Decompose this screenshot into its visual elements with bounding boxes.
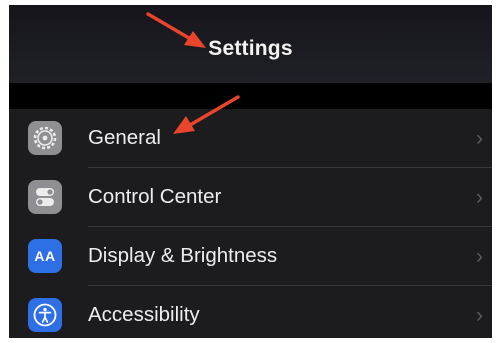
accessibility-icon [28, 298, 62, 332]
toggle-switches-icon [28, 180, 62, 214]
page-title: Settings [208, 37, 293, 60]
settings-list: General › Control Center › AA Display & … [9, 109, 492, 338]
chevron-right-icon: › [476, 127, 483, 150]
settings-item-label: General [88, 126, 161, 149]
settings-item-label: Accessibility [88, 303, 200, 326]
settings-item-display-brightness[interactable]: AA Display & Brightness › [9, 227, 492, 286]
chevron-right-icon: › [476, 245, 483, 268]
settings-item-general[interactable]: General › [9, 109, 492, 168]
settings-item-label: Control Center [88, 185, 222, 208]
navigation-bar: Settings [9, 5, 492, 83]
text-size-icon: AA [28, 239, 62, 273]
chevron-right-icon: › [476, 186, 483, 209]
section-gap [9, 83, 492, 109]
settings-item-accessibility[interactable]: Accessibility › [9, 286, 492, 338]
settings-item-label: Display & Brightness [88, 244, 278, 267]
chevron-right-icon: › [476, 304, 483, 327]
gear-icon [28, 121, 62, 155]
settings-screen: Settings General › Control Center › AA D… [9, 5, 492, 338]
text-size-glyph: AA [34, 248, 56, 264]
settings-item-control-center[interactable]: Control Center › [9, 168, 492, 227]
